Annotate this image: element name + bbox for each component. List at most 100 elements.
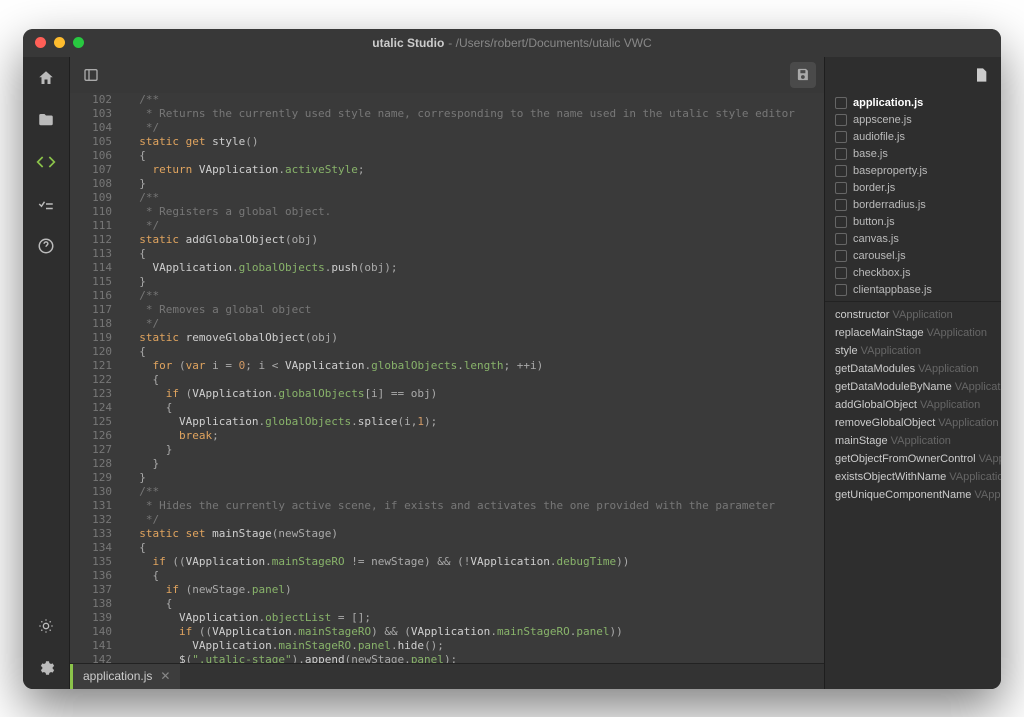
file-item[interactable]: borderradius.js [825, 197, 1001, 214]
file-icon [835, 216, 847, 228]
code-line[interactable]: { [126, 597, 824, 611]
outline-item[interactable]: constructorVApplication [825, 306, 1001, 324]
code-line[interactable]: static addGlobalObject(obj) [126, 233, 824, 247]
code-line[interactable]: */ [126, 317, 824, 331]
nav-help[interactable] [35, 235, 57, 257]
file-item[interactable]: appscene.js [825, 112, 1001, 129]
close-window-button[interactable] [35, 37, 46, 48]
code-line[interactable]: * Registers a global object. [126, 205, 824, 219]
file-item[interactable]: base.js [825, 146, 1001, 163]
outline-item[interactable]: addGlobalObjectVApplication [825, 396, 1001, 414]
code-area[interactable]: /** * Returns the currently used style n… [120, 93, 824, 663]
file-label: button.js [853, 216, 895, 228]
code-line[interactable]: VApplication.globalObjects.splice(i,1); [126, 415, 824, 429]
outline-item[interactable]: replaceMainStageVApplication [825, 324, 1001, 342]
file-item[interactable]: baseproperty.js [825, 163, 1001, 180]
nav-code[interactable] [35, 151, 57, 173]
code-line[interactable]: break; [126, 429, 824, 443]
minimize-window-button[interactable] [54, 37, 65, 48]
nav-todo[interactable] [35, 193, 57, 215]
outline-item[interactable]: getDataModulesVApplication [825, 360, 1001, 378]
file-item[interactable]: clientappbase.js [825, 282, 1001, 299]
panel-toggle-button[interactable] [78, 62, 104, 88]
close-icon[interactable]: ✕ [160, 669, 170, 683]
outline-class: VApplication [892, 309, 952, 321]
file-item[interactable]: application.js [825, 95, 1001, 112]
code-line[interactable]: */ [126, 219, 824, 233]
outline-item[interactable]: mainStageVApplication [825, 432, 1001, 450]
checklist-icon [37, 195, 55, 213]
code-line[interactable]: static removeGlobalObject(obj) [126, 331, 824, 345]
code-line[interactable]: if (VApplication.globalObjects[i] == obj… [126, 387, 824, 401]
outline-item[interactable]: getObjectFromOwnerControlVApplicatio [825, 450, 1001, 468]
code-line[interactable]: * Returns the currently used style name,… [126, 107, 824, 121]
file-item[interactable]: canvas.js [825, 231, 1001, 248]
code-line[interactable]: static set mainStage(newStage) [126, 527, 824, 541]
outline-list[interactable]: constructorVApplicationreplaceMainStageV… [825, 301, 1001, 689]
code-editor[interactable]: 1021031041051061071081091101111121131141… [70, 93, 824, 663]
outline-name: getDataModules [835, 363, 915, 375]
code-line[interactable]: if ((VApplication.mainStageRO) && (VAppl… [126, 625, 824, 639]
code-line[interactable]: } [126, 177, 824, 191]
file-item[interactable]: button.js [825, 214, 1001, 231]
code-line[interactable]: static get style() [126, 135, 824, 149]
code-line[interactable]: * Hides the currently active scene, if e… [126, 499, 824, 513]
tab-application-js[interactable]: application.js ✕ [70, 664, 180, 689]
outline-class: VApplication [920, 399, 980, 411]
zoom-window-button[interactable] [73, 37, 84, 48]
nav-folder[interactable] [35, 109, 57, 131]
file-label: clientappbase.js [853, 284, 932, 296]
code-line[interactable]: $(".utalic-stage").append(newStage.panel… [126, 653, 824, 663]
code-line[interactable]: /** [126, 485, 824, 499]
code-line[interactable]: /** [126, 93, 824, 107]
code-line[interactable]: { [126, 373, 824, 387]
code-line[interactable]: } [126, 457, 824, 471]
nav-settings[interactable] [35, 657, 57, 679]
outline-item[interactable]: removeGlobalObjectVApplication [825, 414, 1001, 432]
code-line[interactable]: */ [126, 121, 824, 135]
code-line[interactable]: */ [126, 513, 824, 527]
code-line[interactable]: /** [126, 191, 824, 205]
nav-home[interactable] [35, 67, 57, 89]
code-line[interactable]: { [126, 569, 824, 583]
new-file-button[interactable] [973, 66, 989, 84]
code-line[interactable]: VApplication.mainStageRO.panel.hide(); [126, 639, 824, 653]
right-panel: application.jsappscene.jsaudiofile.js bas… [825, 57, 1001, 689]
code-line[interactable]: * Removes a global object [126, 303, 824, 317]
file-item[interactable]: border.js [825, 180, 1001, 197]
line-gutter: 1021031041051061071081091101111121131141… [70, 93, 120, 663]
code-line[interactable]: { [126, 541, 824, 555]
code-line[interactable]: if ((VApplication.mainStageRO != newStag… [126, 555, 824, 569]
code-line[interactable]: for (var i = 0; i < VApplication.globalO… [126, 359, 824, 373]
code-line[interactable]: { [126, 401, 824, 415]
code-line[interactable]: VApplication.globalObjects.push(obj); [126, 261, 824, 275]
nav-theme[interactable] [35, 615, 57, 637]
file-label: base.js [853, 148, 888, 160]
file-label: carousel.js [853, 250, 906, 262]
file-item[interactable]: checkbox.js [825, 265, 1001, 282]
outline-item[interactable]: existsObjectWithNameVApplication [825, 468, 1001, 486]
outline-item[interactable]: getUniqueComponentNameVApplicatio [825, 486, 1001, 504]
code-line[interactable]: /** [126, 289, 824, 303]
file-icon [835, 233, 847, 245]
outline-name: constructor [835, 309, 889, 321]
save-button[interactable] [790, 62, 816, 88]
file-label: baseproperty.js [853, 165, 927, 177]
code-line[interactable]: { [126, 149, 824, 163]
file-item[interactable]: carousel.js [825, 248, 1001, 265]
code-line[interactable]: { [126, 345, 824, 359]
code-line[interactable]: { [126, 247, 824, 261]
outline-item[interactable]: styleVApplication [825, 342, 1001, 360]
code-line[interactable]: } [126, 275, 824, 289]
file-list[interactable]: application.jsappscene.jsaudiofile.js bas… [825, 93, 1001, 301]
outline-name: addGlobalObject [835, 399, 917, 411]
code-line[interactable]: } [126, 443, 824, 457]
file-item[interactable]: audiofile.js [825, 129, 1001, 146]
code-line[interactable]: if (newStage.panel) [126, 583, 824, 597]
file-icon [973, 66, 989, 84]
outline-item[interactable]: getDataModuleByNameVApplication [825, 378, 1001, 396]
code-line[interactable]: return VApplication.activeStyle; [126, 163, 824, 177]
code-line[interactable]: VApplication.objectList = []; [126, 611, 824, 625]
code-line[interactable]: } [126, 471, 824, 485]
save-icon [796, 67, 811, 82]
